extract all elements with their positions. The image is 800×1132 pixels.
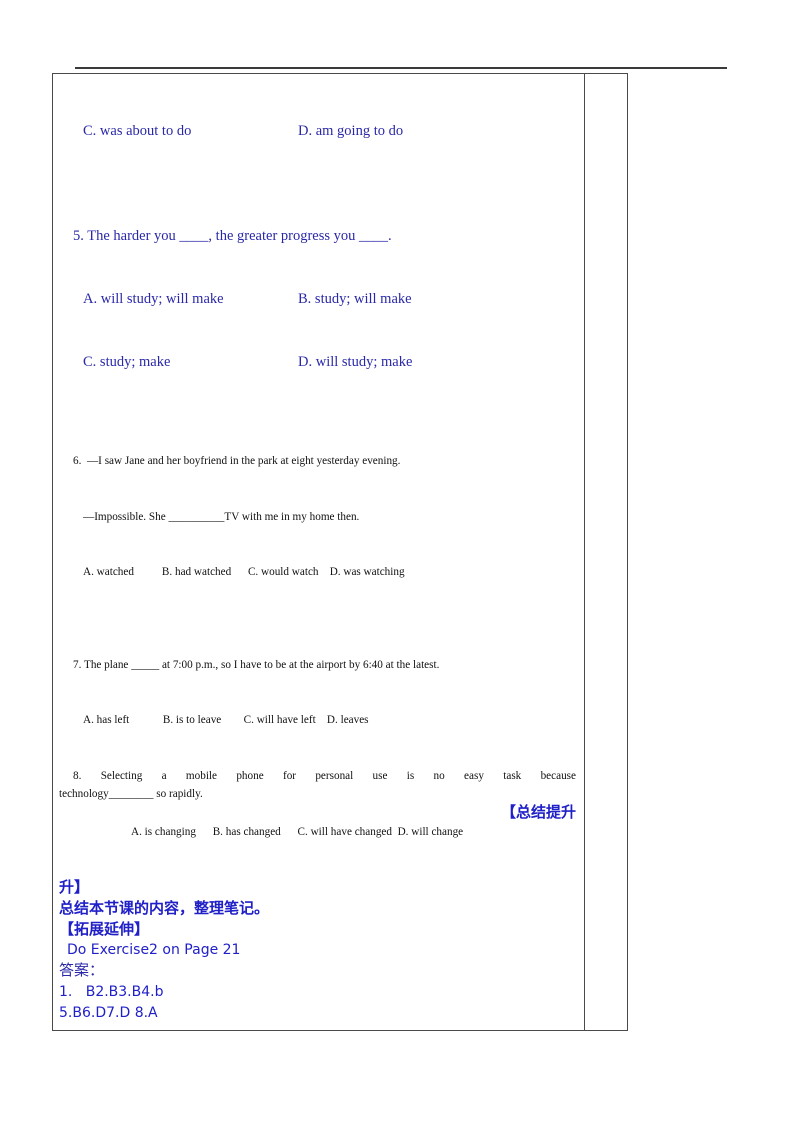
summary-heading-part1: 【总结提升 [500, 802, 576, 821]
q6-line-2: —Impossible. She __________TV with me in… [83, 510, 360, 523]
extension-heading: 【拓展延伸】 [59, 920, 150, 938]
question-5: 5. The harder you ____, the greater prog… [59, 184, 578, 415]
summary-body: 总结本节课的内容，整理笔记。 [59, 899, 270, 917]
q4-option-c: C. was about to do [83, 123, 192, 139]
q4-option-d: D. am going to do [298, 123, 404, 139]
q8-options: A. is changing B. has changed C. will ha… [131, 825, 464, 838]
question-6: 6. —I saw Jane and her boyfriend in the … [59, 415, 578, 619]
question-7: 7. The plane _____ at 7:00 p.m., so I ha… [59, 619, 578, 767]
q6-line-1: 6. —I saw Jane and her boyfriend in the … [73, 455, 401, 467]
q8-stem-line-1: 8. Selecting a mobile phone for personal… [73, 769, 576, 782]
q5-option-c: C. study; make [83, 354, 171, 370]
q5-option-row-cd: C. study; make D. will study; make [59, 352, 578, 373]
q4-option-row: C. was about to do D. am going to do [59, 121, 578, 142]
q5-stem: 5. The harder you ____, the greater prog… [73, 228, 392, 244]
summary-heading-part2: 升】 [59, 878, 90, 896]
extension-body: Do Exercise2 on Page 21 [67, 942, 241, 958]
summary-section: 升】 总结本节课的内容，整理笔记。 【拓展延伸】 Do Exercise2 on… [59, 877, 578, 1024]
q8-options-row: A. is changing B. has changed C. will ha… [59, 802, 578, 878]
q4-options-tail: C. was about to do D. am going to do [59, 79, 578, 184]
answers-line-2: 5.B6.D7.D 8.A [59, 1005, 158, 1021]
question-8: 8. Selecting a mobile phone for personal… [59, 767, 578, 878]
q5-option-b: B. study; will make [298, 291, 412, 307]
q6-options: A. watched B. had watched C. would watch… [83, 566, 405, 578]
q7-options: A. has left B. is to leave C. will have … [83, 714, 369, 726]
answers-label: 答案： [59, 963, 105, 979]
q5-option-row-ab: A. will study; will make B. study; will m… [59, 289, 578, 310]
worksheet-content: C. was about to do D. am going to do 5. T… [53, 74, 584, 1030]
answers-line-1: 1. B2.B3.B4.b [59, 984, 164, 1000]
worksheet-table: C. was about to do D. am going to do 5. T… [52, 73, 628, 1031]
q5-option-a: A. will study; will make [83, 291, 224, 307]
worksheet-side-cell [584, 73, 628, 1031]
worksheet-side-empty [585, 74, 627, 444]
worksheet-main-cell: C. was about to do D. am going to do 5. T… [52, 73, 585, 1031]
q5-option-d: D. will study; make [298, 354, 413, 370]
q7-stem: 7. The plane _____ at 7:00 p.m., so I ha… [73, 658, 440, 671]
header-divider-rule [75, 67, 727, 69]
table-row: C. was about to do D. am going to do 5. T… [52, 73, 628, 1031]
